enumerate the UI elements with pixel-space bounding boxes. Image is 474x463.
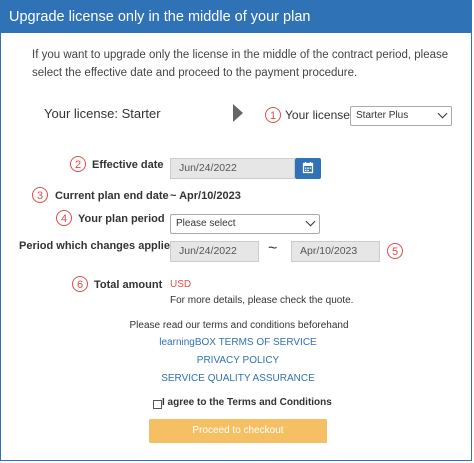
marker-6: 6	[72, 276, 88, 292]
license-select[interactable]: Starter Plus	[350, 106, 452, 126]
effective-date-input[interactable]: Jun/24/2022	[170, 158, 295, 179]
dialog-header: Upgrade license only in the middle of yo…	[1, 1, 471, 33]
agree-label[interactable]: I agree to the Terms and Conditions	[162, 397, 332, 408]
total-currency: USD	[170, 279, 192, 290]
plan-end-value: ~ Apr/10/2023	[170, 190, 241, 202]
chevron-down-icon	[305, 216, 316, 227]
period-end-input: Apr/10/2023	[291, 241, 380, 262]
calendar-button[interactable]	[295, 158, 321, 179]
privacy-policy-link[interactable]: PRIVACY POLICY	[1, 355, 474, 366]
current-license-label: Your license: Starter	[44, 106, 161, 121]
chevron-down-icon	[437, 108, 448, 119]
intro-text: If you want to upgrade only the license …	[32, 49, 449, 79]
period-changes-label: Period which changes applied	[19, 240, 177, 252]
license-select-value: Starter Plus	[356, 110, 409, 121]
marker-5: 5	[387, 243, 403, 259]
plan-period-select-value: Please select	[176, 218, 236, 229]
service-quality-link[interactable]: SERVICE QUALITY ASSURANCE	[1, 373, 474, 384]
plan-period-label: Your plan period	[78, 213, 165, 225]
plan-end-label: Current plan end date	[55, 190, 169, 202]
period-start-input: Jun/24/2022	[170, 241, 259, 262]
marker-1: 1	[265, 107, 281, 123]
plan-period-select[interactable]: Please select	[170, 214, 320, 234]
upgrade-license-dialog: Upgrade license only in the middle of yo…	[0, 0, 472, 461]
total-amount-label: Total amount	[94, 279, 163, 291]
effective-date-label: Effective date	[92, 159, 164, 171]
terms-of-service-link[interactable]: learningBOX TERMS OF SERVICE	[1, 337, 474, 348]
agree-checkbox[interactable]	[153, 400, 162, 409]
marker-3: 3	[32, 187, 48, 203]
arrow-right-icon	[233, 104, 243, 122]
proceed-to-checkout-button[interactable]: Proceed to checkout	[149, 419, 327, 443]
period-separator: ~	[268, 240, 278, 257]
marker-2: 2	[70, 156, 86, 172]
your-license-label: Your license	[285, 108, 350, 122]
quote-note: For more details, please check the quote…	[170, 295, 354, 306]
marker-4: 4	[56, 210, 72, 226]
terms-intro: Please read our terms and conditions bef…	[129, 320, 349, 331]
calendar-icon	[302, 162, 314, 174]
